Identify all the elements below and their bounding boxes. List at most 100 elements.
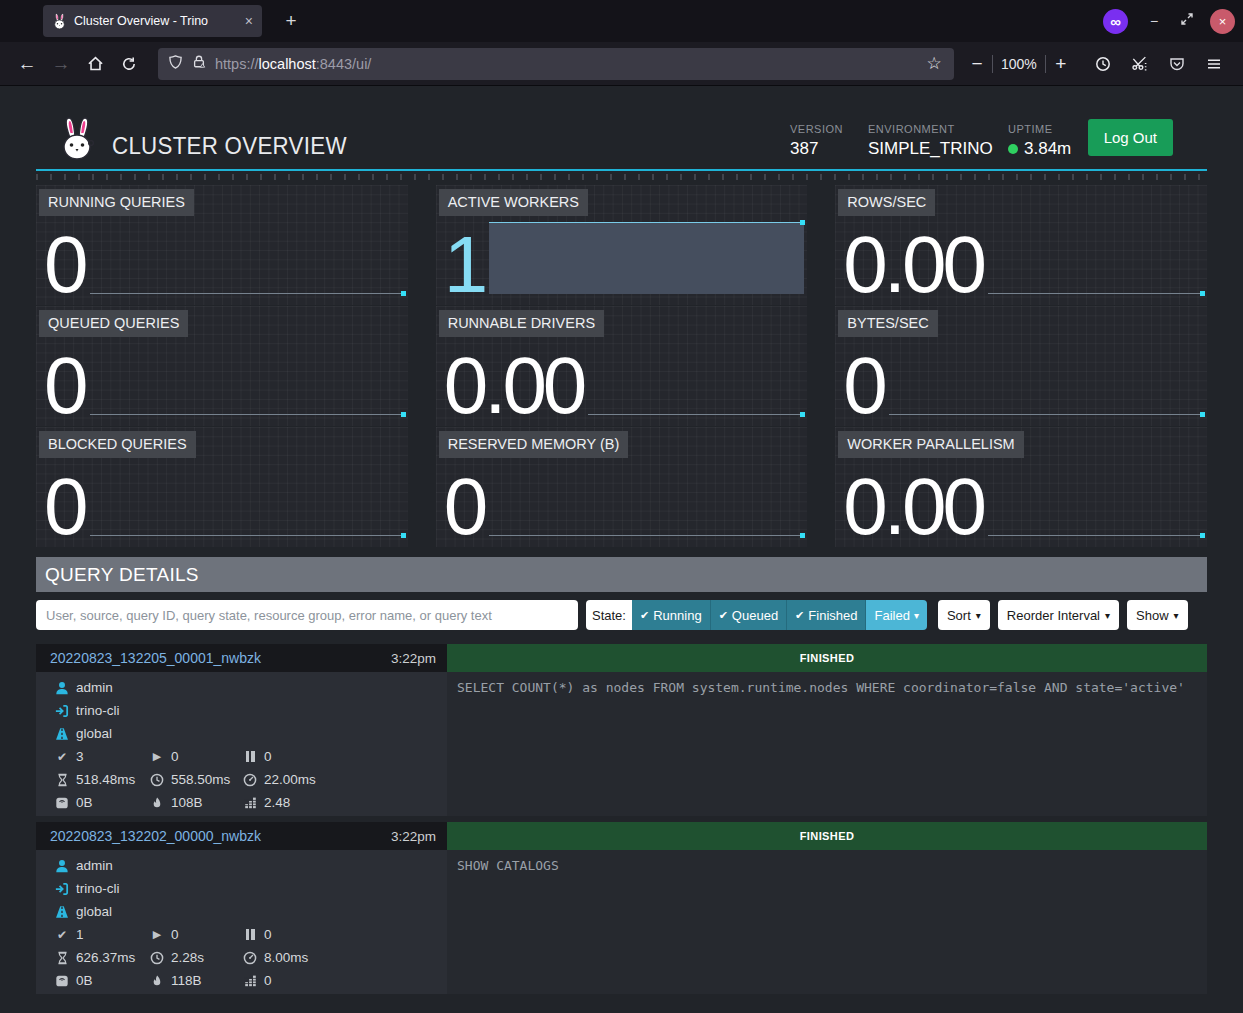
elapsed-time: 558.50ms (171, 772, 230, 787)
shield-icon[interactable] (168, 54, 183, 74)
show-dropdown[interactable]: Show▾ (1127, 600, 1188, 630)
page-title: CLUSTER OVERVIEW (112, 132, 347, 160)
browser-tab[interactable]: Cluster Overview - Trino × (43, 5, 262, 37)
query-details-header: QUERY DETAILS (36, 557, 1207, 592)
caret-down-icon: ▾ (914, 610, 919, 621)
logout-button[interactable]: Log Out (1088, 119, 1173, 156)
version-label: VERSION (790, 123, 843, 135)
running-splits: 0 (171, 749, 179, 764)
queued-splits-icon (242, 749, 258, 765)
source-login-icon (54, 703, 70, 719)
wall-time: 626.37ms (76, 950, 135, 965)
cumulative-memory-icon (149, 795, 165, 811)
check-icon: ✔ (795, 609, 804, 622)
query-time: 3:22pm (391, 829, 436, 844)
stat-panel-reserved-memory: RESERVED MEMORY (B) 0 (436, 427, 808, 547)
zoom-level[interactable]: 100% (993, 56, 1045, 72)
elapsed-time-icon (149, 950, 165, 966)
parallelism-icon (242, 795, 258, 811)
back-button[interactable]: ← (10, 48, 44, 80)
running-splits: 0 (171, 927, 179, 942)
current-memory-icon (54, 973, 70, 989)
tab-close-icon[interactable]: × (245, 14, 253, 28)
lock-icon[interactable] (192, 54, 206, 73)
query-user: admin (76, 680, 113, 695)
source-login-icon (54, 881, 70, 897)
resource-group-icon (54, 726, 70, 742)
query-time: 3:22pm (391, 651, 436, 666)
window-restore-button[interactable] (1180, 12, 1194, 30)
home-button[interactable] (78, 48, 112, 80)
state-filter-finished[interactable]: ✔Finished (787, 600, 866, 630)
state-filter-group: State: ✔Running ✔Queued ✔Finished Failed… (586, 600, 927, 630)
query-status-bar: FINISHED (447, 822, 1207, 850)
queued-splits: 0 (264, 927, 272, 942)
browser-tab-bar: Cluster Overview - Trino × + ∞ − × (0, 0, 1243, 42)
query-resource-group: global (76, 904, 112, 919)
zoom-in-button[interactable]: + (1046, 48, 1076, 80)
filter-row: State: ✔Running ✔Queued ✔Finished Failed… (36, 600, 1207, 630)
query-meta-panel: admin trino-cli global ✔1 ▶0 0 626.37ms … (36, 850, 447, 994)
user-icon (54, 680, 70, 696)
current-memory-icon (54, 795, 70, 811)
pocket-icon[interactable] (1160, 48, 1194, 80)
reload-button[interactable] (112, 48, 146, 80)
state-filter-running[interactable]: ✔Running (632, 600, 711, 630)
parallelism: 0 (264, 973, 272, 988)
stat-panel-worker-parallelism: WORKER PARALLELISM 0.00 (835, 427, 1207, 547)
window-minimize-button[interactable]: − (1144, 13, 1164, 29)
version-value: 387 (790, 139, 843, 159)
elapsed-time-icon (149, 772, 165, 788)
uptime-value: 3.84m (1008, 139, 1071, 159)
cpu-time: 22.00ms (264, 772, 316, 787)
query-header: 20220823_132205_00001_nwbzk 3:22pm (36, 644, 447, 672)
forward-button[interactable]: → (44, 48, 78, 80)
completed-splits-icon: ✔ (54, 927, 70, 943)
stat-panel-blocked-queries: BLOCKED QUERIES 0 (36, 427, 408, 547)
state-filter-label: State: (586, 600, 632, 630)
completed-splits: 1 (76, 927, 84, 942)
environment-label: ENVIRONMENT (868, 123, 993, 135)
cumulative-memory: 118B (171, 973, 202, 988)
query-user: admin (76, 858, 113, 873)
new-tab-button[interactable]: + (276, 7, 306, 35)
reorder-interval-dropdown[interactable]: Reorder Interval▾ (998, 600, 1119, 630)
wall-time-icon (54, 950, 70, 966)
wall-time: 518.48ms (76, 772, 135, 787)
sparkline (588, 306, 804, 426)
query-id-link[interactable]: 20220823_132205_00001_nwbzk (50, 650, 391, 666)
query-sql-text: SELECT COUNT(*) as nodes FROM system.run… (447, 672, 1207, 816)
running-splits-icon: ▶ (149, 927, 165, 943)
url-text[interactable]: https://localhost:8443/ui/ (215, 56, 915, 72)
url-bar[interactable]: https://localhost:8443/ui/ ☆ (158, 48, 954, 80)
tab-title: Cluster Overview - Trino (74, 14, 238, 28)
query-source: trino-cli (76, 881, 120, 896)
browser-toolbar: ← → https://localhost:8443/ui/ ☆ − 100% … (0, 42, 1243, 86)
query-search-input[interactable] (36, 600, 578, 630)
current-memory: 0B (76, 795, 93, 810)
extension-icon[interactable]: ∞ (1103, 9, 1128, 34)
menu-icon[interactable] (1197, 48, 1231, 80)
query-id-link[interactable]: 20220823_132202_00000_nwbzk (50, 828, 391, 844)
caret-down-icon: ▾ (1105, 610, 1110, 621)
sort-dropdown[interactable]: Sort▾ (938, 600, 990, 630)
queued-splits: 0 (264, 749, 272, 764)
stat-panel-rows-sec: ROWS/SEC 0.00 (835, 185, 1207, 305)
cumulative-memory: 108B (171, 795, 203, 810)
zoom-out-button[interactable]: − (962, 48, 992, 80)
completed-splits: 3 (76, 749, 84, 764)
caret-down-icon: ▾ (976, 610, 981, 621)
version-block: VERSION 387 (790, 123, 843, 159)
running-splits-icon: ▶ (149, 749, 165, 765)
uptime-block: UPTIME 3.84m (1008, 123, 1071, 159)
query-header: 20220823_132202_00000_nwbzk 3:22pm (36, 822, 447, 850)
environment-block: ENVIRONMENT SIMPLE_TRINO (868, 123, 993, 159)
window-close-button[interactable]: × (1210, 9, 1235, 34)
parallelism: 2.48 (264, 795, 290, 810)
state-filter-queued[interactable]: ✔Queued (711, 600, 787, 630)
history-icon[interactable] (1086, 48, 1120, 80)
uptime-status-dot (1008, 144, 1018, 154)
bookmark-star-icon[interactable]: ☆ (924, 48, 944, 80)
screenshot-icon[interactable] (1123, 48, 1157, 80)
state-filter-failed-dropdown[interactable]: Failed▾ (866, 600, 926, 630)
